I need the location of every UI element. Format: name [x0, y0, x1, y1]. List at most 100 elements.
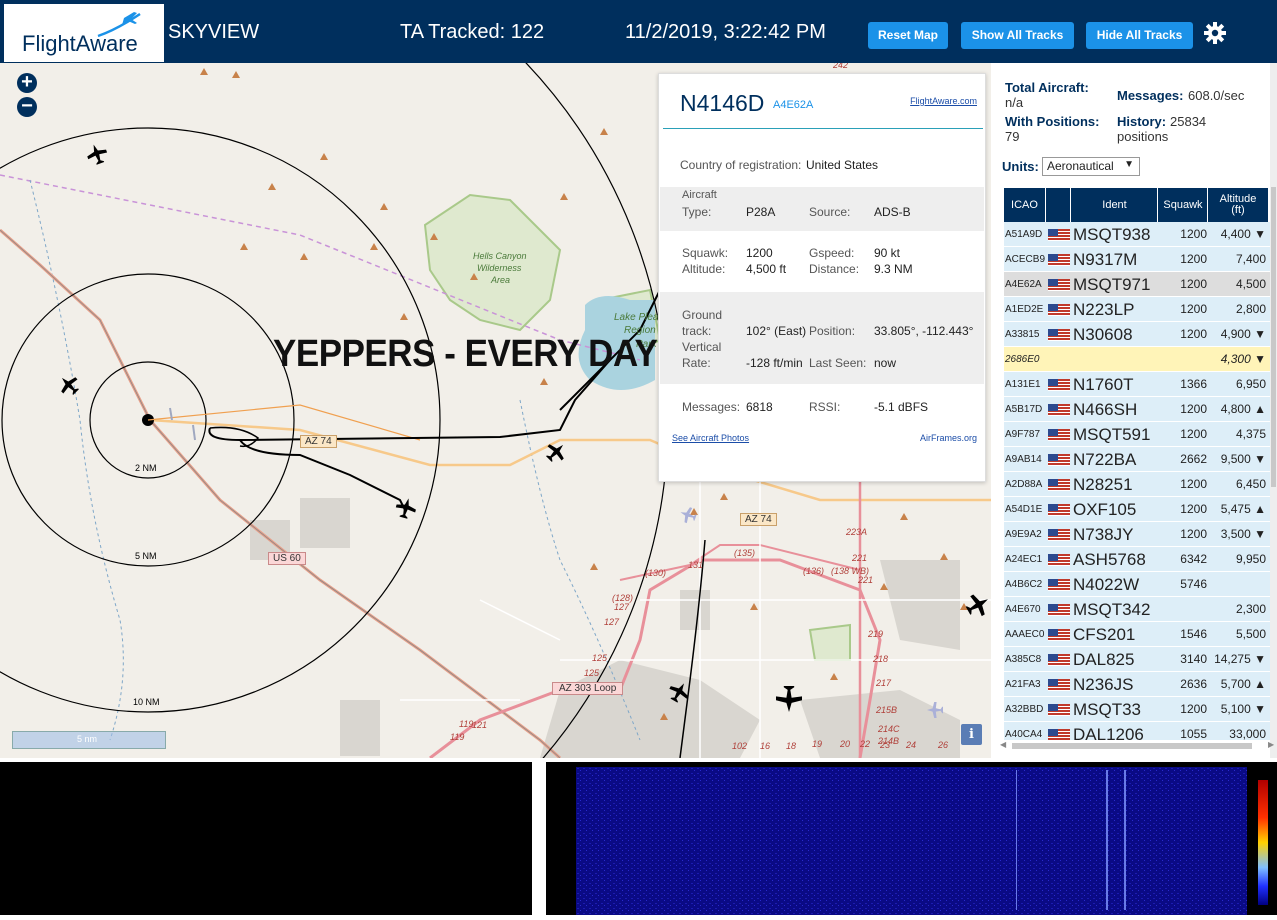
position-label: Position: — [809, 324, 856, 338]
table-row[interactable]: A9E9A2 N738JY 1200 3,500 ▼ — [1004, 522, 1270, 547]
cell-altitude: 4,500 — [1235, 277, 1266, 291]
column-header-squawk[interactable]: Squawk — [1159, 188, 1208, 222]
exit-number: 23 — [880, 740, 891, 750]
aircraft-ghost-icon — [926, 701, 944, 719]
exit-number: 119 — [450, 732, 465, 742]
scrollbar-thumb[interactable] — [1271, 187, 1276, 487]
cell-icao: A9F787 — [1005, 429, 1041, 440]
column-header-flag[interactable] — [1047, 188, 1071, 222]
cell-altitude: 9,950 — [1235, 552, 1266, 566]
table-row[interactable]: A24EC1 ASH5768 6342 9,950 — [1004, 547, 1270, 572]
vrate-value: -128 ft/min — [746, 356, 803, 370]
us-flag-icon — [1048, 629, 1070, 641]
map-info-button[interactable]: i — [961, 724, 982, 745]
aircraft-marker-icon[interactable] — [86, 143, 108, 165]
cell-squawk: 1200 — [1180, 702, 1207, 716]
column-header-icao[interactable]: ICAO — [1004, 188, 1046, 222]
airframes-link[interactable]: AirFrames.org — [920, 433, 977, 443]
history-label: History: — [1117, 114, 1167, 129]
messages-rate-label: Messages: — [1117, 88, 1184, 103]
cell-flag — [1048, 697, 1070, 722]
aircraft-photos-link[interactable]: See Aircraft Photos — [672, 433, 749, 443]
rssi-value: -5.1 dBFS — [874, 400, 929, 414]
hide-all-tracks-button[interactable]: Hide All Tracks — [1086, 22, 1193, 49]
column-header-ident[interactable]: Ident — [1072, 188, 1158, 222]
table-row[interactable]: A131E1 N1760T 1366 6,950 — [1004, 372, 1270, 397]
scroll-right-icon[interactable]: ▶ — [1268, 740, 1274, 749]
cell-altitude: 4,300 ▼ — [1220, 352, 1266, 366]
divider — [663, 128, 983, 129]
table-row[interactable]: A33815 N30608 1200 4,900 ▼ — [1004, 322, 1270, 347]
cell-icao: ACECB9 — [1005, 254, 1046, 265]
cell-icao: A2D88A — [1005, 479, 1043, 490]
table-row[interactable]: A5B17D N466SH 1200 4,800 ▲ — [1004, 397, 1270, 422]
reset-map-button[interactable]: Reset Map — [868, 22, 948, 49]
us-flag-icon — [1048, 229, 1070, 241]
table-row[interactable]: A51A9D MSQT938 1200 4,400 ▼ — [1004, 222, 1270, 247]
type-label-line1: Aircraft — [682, 189, 717, 201]
exit-number: (136) — [803, 566, 825, 576]
track-label-line1: Ground — [682, 308, 723, 322]
exit-number: 20 — [840, 739, 851, 749]
horizontal-scrollbar[interactable]: ◀ ▶ — [1000, 740, 1277, 752]
squawk-value: 1200 — [746, 246, 773, 260]
column-header-altitude[interactable]: Altitude (ft) — [1209, 188, 1267, 222]
us-flag-icon — [1048, 579, 1070, 591]
track-value: 102° (East) — [746, 324, 807, 338]
messages-rate-value: 608.0/sec — [1188, 88, 1245, 103]
flightaware-link[interactable]: FlightAware.com — [910, 96, 977, 106]
table-row[interactable]: AAAEC0 CFS201 1546 5,500 — [1004, 622, 1270, 647]
aircraft-info-panel: N4146D A4E62A FlightAware.com Country of… — [658, 73, 986, 482]
gspeed-label: Gspeed: — [809, 246, 855, 260]
cell-altitude: 6,450 — [1235, 477, 1266, 491]
scroll-left-icon[interactable]: ◀ — [1000, 740, 1006, 749]
table-row[interactable]: A4E62A MSQT971 1200 4,500 — [1004, 272, 1270, 297]
aircraft-marker-icon[interactable] — [58, 374, 80, 396]
table-row[interactable]: A21FA3 N236JS 2636 5,700 ▲ — [1004, 672, 1270, 697]
table-row[interactable]: 2686E0 4,300 ▼ — [1004, 347, 1270, 372]
table-row[interactable]: ACECB9 N9317M 1200 7,400 — [1004, 247, 1270, 272]
cell-altitude: 5,475 ▲ — [1220, 502, 1266, 516]
aircraft-marker-icon[interactable] — [774, 684, 804, 714]
exit-number: 215B — [876, 705, 898, 715]
cell-ident: N1760T — [1073, 375, 1134, 394]
flightaware-logo[interactable]: FlightAware — [4, 4, 164, 62]
aircraft-marker-icon[interactable] — [965, 592, 991, 618]
gear-icon[interactable] — [1203, 21, 1227, 45]
table-row[interactable]: A54D1E OXF105 1200 5,475 ▲ — [1004, 497, 1270, 522]
table-row[interactable]: A32BBD MSQT33 1200 5,100 ▼ — [1004, 697, 1270, 722]
country-value: United States — [806, 158, 879, 172]
aircraft-marker-icon[interactable] — [395, 497, 417, 519]
cell-altitude: 4,900 ▼ — [1220, 327, 1266, 341]
show-all-tracks-button[interactable]: Show All Tracks — [961, 22, 1074, 49]
history-value: 25834 — [1170, 114, 1207, 129]
table-row[interactable]: A1ED2E N223LP 1200 2,800 — [1004, 297, 1270, 322]
units-select[interactable]: Aeronautical ▼ — [1042, 157, 1140, 176]
table-row[interactable]: A385C8 DAL825 3140 14,275 ▼ — [1004, 647, 1270, 672]
exit-number: 121 — [472, 720, 488, 730]
cell-icao: A5B17D — [1005, 404, 1043, 415]
vertical-scrollbar[interactable] — [1270, 63, 1277, 758]
exit-number: 221 — [858, 575, 874, 585]
table-row[interactable]: A9F787 MSQT591 1200 4,375 — [1004, 422, 1270, 447]
cell-squawk: 1546 — [1180, 627, 1207, 641]
scrollbar-thumb[interactable] — [1012, 743, 1252, 749]
table-row[interactable]: A4B6C2 N4022W 5746 — [1004, 572, 1270, 597]
video-panel — [0, 762, 532, 915]
table-row[interactable]: A2D88A N28251 1200 6,450 — [1004, 472, 1270, 497]
table-row[interactable]: A40CA4 DAL1206 1055 33,000 — [1004, 722, 1270, 740]
aircraft-marker-icon[interactable] — [668, 681, 690, 703]
cell-squawk: 1200 — [1180, 277, 1207, 291]
cell-squawk: 6342 — [1180, 552, 1207, 566]
cell-icao: A131E1 — [1005, 379, 1041, 390]
country-row: Country of registration: United States — [660, 158, 984, 178]
cell-icao: A51A9D — [1005, 229, 1043, 240]
aircraft-marker-icon[interactable] — [545, 441, 567, 463]
table-row[interactable]: A4E670 MSQT342 2,300 — [1004, 597, 1270, 622]
tracked-count: TA Tracked: 122 — [400, 21, 545, 43]
exit-number: 119 — [459, 719, 474, 729]
us-flag-icon — [1048, 504, 1070, 516]
column-header-altitude-line2: (ft) — [1231, 204, 1245, 216]
table-row[interactable]: A9AB14 N722BA 2662 9,500 ▼ — [1004, 447, 1270, 472]
cell-squawk: 2662 — [1180, 452, 1207, 466]
